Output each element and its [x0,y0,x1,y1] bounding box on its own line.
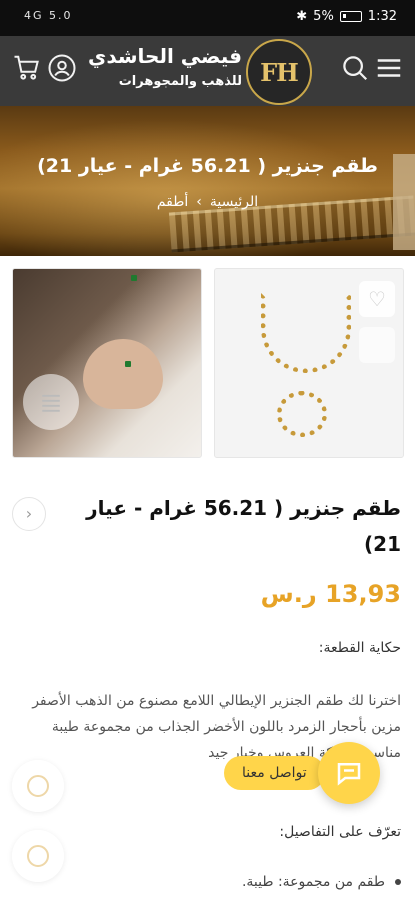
battery-icon [339,11,362,22]
details-list-item: طقم من مجموعة: طيبة. [242,874,401,890]
ring-stone [125,361,131,367]
product-image-model[interactable] [12,268,202,458]
cart-icon[interactable] [12,53,46,87]
list-icon [42,394,60,412]
clock: 1:32 [367,9,397,24]
page-banner: طقم جنزير ( 56.21 غرام - عيار 21) الرئيس… [0,106,415,256]
site-header: فيضي الحاشدي للذهب والمجوهرات FH [0,36,415,106]
logo-letters: FH [260,57,299,87]
breadcrumb-separator: › [196,194,202,210]
breadcrumb: الرئيسية › أطقم [0,194,415,210]
menu-icon[interactable] [374,53,408,87]
zoom-button[interactable] [23,374,79,430]
search-icon[interactable] [340,53,374,87]
details-item-text: طقم من مجموعة: طيبة. [241,874,385,890]
chat-icon [337,763,361,786]
breadcrumb-home[interactable]: الرئيسية [210,194,258,210]
bracelet-illustration [277,391,327,437]
clock-icon [27,845,49,867]
account-icon[interactable] [47,53,81,87]
page-title: طقم جنزير ( 56.21 غرام - عيار 21) [37,155,378,177]
history-button[interactable] [12,830,64,882]
signal-indicator: 4G 5.0 [24,9,73,22]
model-hand-illustration [83,339,163,409]
product-price: 13,93 ر.س [260,580,401,608]
breadcrumb-current[interactable]: أطقم [157,194,188,210]
compare-button[interactable] [359,327,395,363]
details-label: تعرّف على التفاصيل: [279,824,401,840]
slider-next-button[interactable]: › [12,497,46,531]
bullet-dot [395,879,401,885]
product-image-main[interactable]: ♡ [214,268,404,458]
status-bar: 4G 5.0 ✱ 5% 1:32 [0,0,415,36]
brand-tagline: للذهب والمجوهرات [118,74,242,89]
status-right: ✱ 5% 1:32 [296,9,397,24]
chat-button[interactable] [318,742,380,804]
logo[interactable]: FH [246,39,312,105]
story-label: حكاية القطعة: [318,640,401,656]
brand-name: فيضي الحاشدي [87,44,242,68]
necklace-illustration [261,293,351,373]
product-title: طقم جنزير ( 56.21 غرام - عيار 21) [86,496,401,556]
headset-icon [27,775,49,797]
battery-percent: 5% [313,9,334,24]
chat-label[interactable]: تواصل معنا [224,756,325,790]
wishlist-button[interactable]: ♡ [359,281,395,317]
earring-stone [131,275,137,281]
support-button[interactable] [12,760,64,812]
heart-icon: ♡ [368,287,386,311]
bluetooth-icon: ✱ [296,9,308,24]
